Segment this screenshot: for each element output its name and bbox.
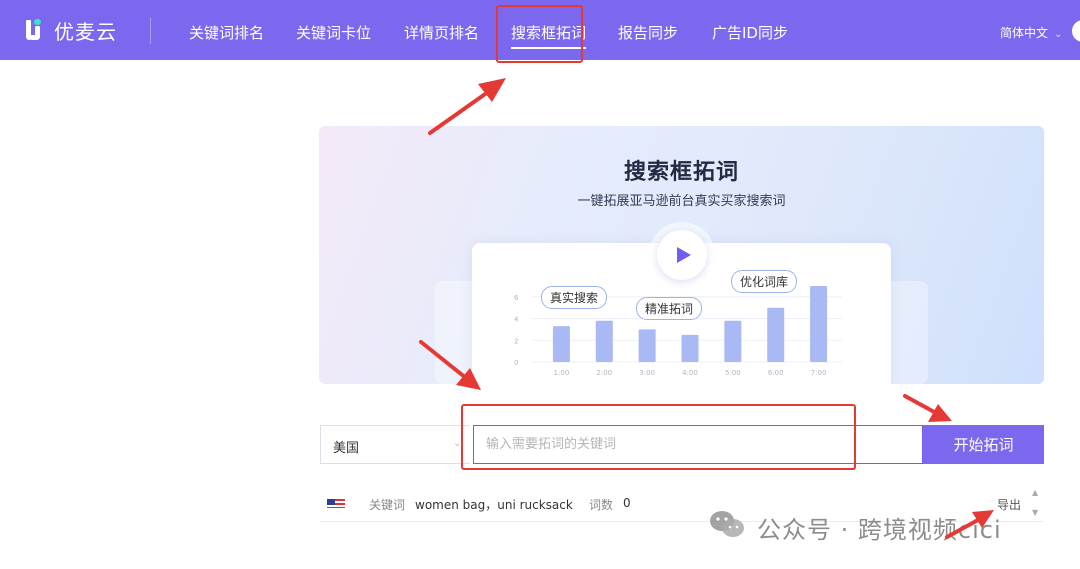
tag-optimize-lexicon: 优化词库 [731, 270, 798, 293]
language-label: 简体中文 [1000, 26, 1049, 40]
us-flag-icon [327, 496, 345, 508]
nav-detail-page-ranking[interactable]: 详情页排名 [404, 22, 479, 43]
chart-x-tick-label: 5:00 [725, 369, 741, 377]
keyword-value: women bag，uni rucksack [415, 498, 573, 512]
scroll-down-icon[interactable]: ▼ [1032, 508, 1038, 517]
annotation-arrow-nav [428, 78, 506, 135]
chart-bar [552, 326, 570, 362]
chart-bar [810, 286, 828, 362]
nav-ad-id-sync[interactable]: 广告ID同步 [712, 22, 788, 43]
wechat-icon [710, 511, 744, 537]
chart-y-tick-label: 2 [514, 337, 518, 345]
annotation-box-input [461, 404, 856, 470]
nav-keyword-ranking[interactable]: 关键词排名 [189, 22, 264, 43]
word-count-label: 词数 [589, 498, 614, 512]
user-avatar[interactable] [1072, 20, 1080, 42]
nav-keyword-slot[interactable]: 关键词卡位 [296, 22, 371, 43]
chart-bar [595, 320, 613, 362]
nav-report-sync[interactable]: 报告同步 [618, 22, 678, 43]
watermark-text: 公众号 · 跨境视频cici [757, 516, 1002, 544]
header-divider [150, 18, 151, 44]
annotation-box-nav [496, 5, 583, 63]
start-expansion-button[interactable]: 开始拓词 [923, 425, 1044, 464]
chevron-down-icon: ⌄ [1054, 29, 1063, 40]
play-icon [677, 247, 691, 263]
country-value: 美国 [333, 441, 360, 456]
youmai-logo-icon [24, 18, 46, 44]
chart-bar [724, 320, 742, 362]
chart-x-tick-label: 1:00 [554, 369, 570, 377]
brand-logo[interactable]: 优麦云 [24, 16, 117, 45]
scroll-up-icon[interactable]: ▲ [1032, 488, 1038, 497]
brand-name: 优麦云 [54, 20, 117, 44]
chart-x-tick-label: 4:00 [682, 369, 698, 377]
tag-real-search: 真实搜索 [541, 286, 608, 309]
chart-y-tick-label: 6 [514, 294, 519, 302]
annotation-arrow-button [903, 394, 952, 422]
keyword-label: 关键词 [369, 498, 406, 512]
language-selector[interactable]: 简体中文 ⌄ [1000, 24, 1062, 41]
banner-title: 搜索框拓词 [623, 160, 739, 185]
word-count-value: 0 [623, 496, 631, 510]
chart-y-tick-label: 4 [514, 316, 519, 324]
chart-x-tick-label: 6:00 [768, 369, 784, 377]
chart-x-tick-label: 7:00 [811, 369, 827, 377]
country-select[interactable]: 美国 ⌄ [320, 425, 470, 464]
chart-bar [767, 307, 785, 362]
chart-bar [638, 329, 656, 362]
chart-bar [681, 334, 699, 362]
tag-precise-expansion: 精准拓词 [636, 297, 703, 320]
banner-subtitle: 一键拓展亚马逊前台真实买家搜索词 [577, 194, 786, 209]
feature-banner: 搜索框拓词 一键拓展亚马逊前台真实买家搜索词 0 2 4 6 1:00 2:00 3:00 4… [319, 126, 1044, 384]
chart-y-tick-label: 0 [514, 359, 518, 367]
chart-x-tick-label: 3:00 [639, 369, 655, 377]
chart-x-tick-label: 2:00 [596, 369, 612, 377]
